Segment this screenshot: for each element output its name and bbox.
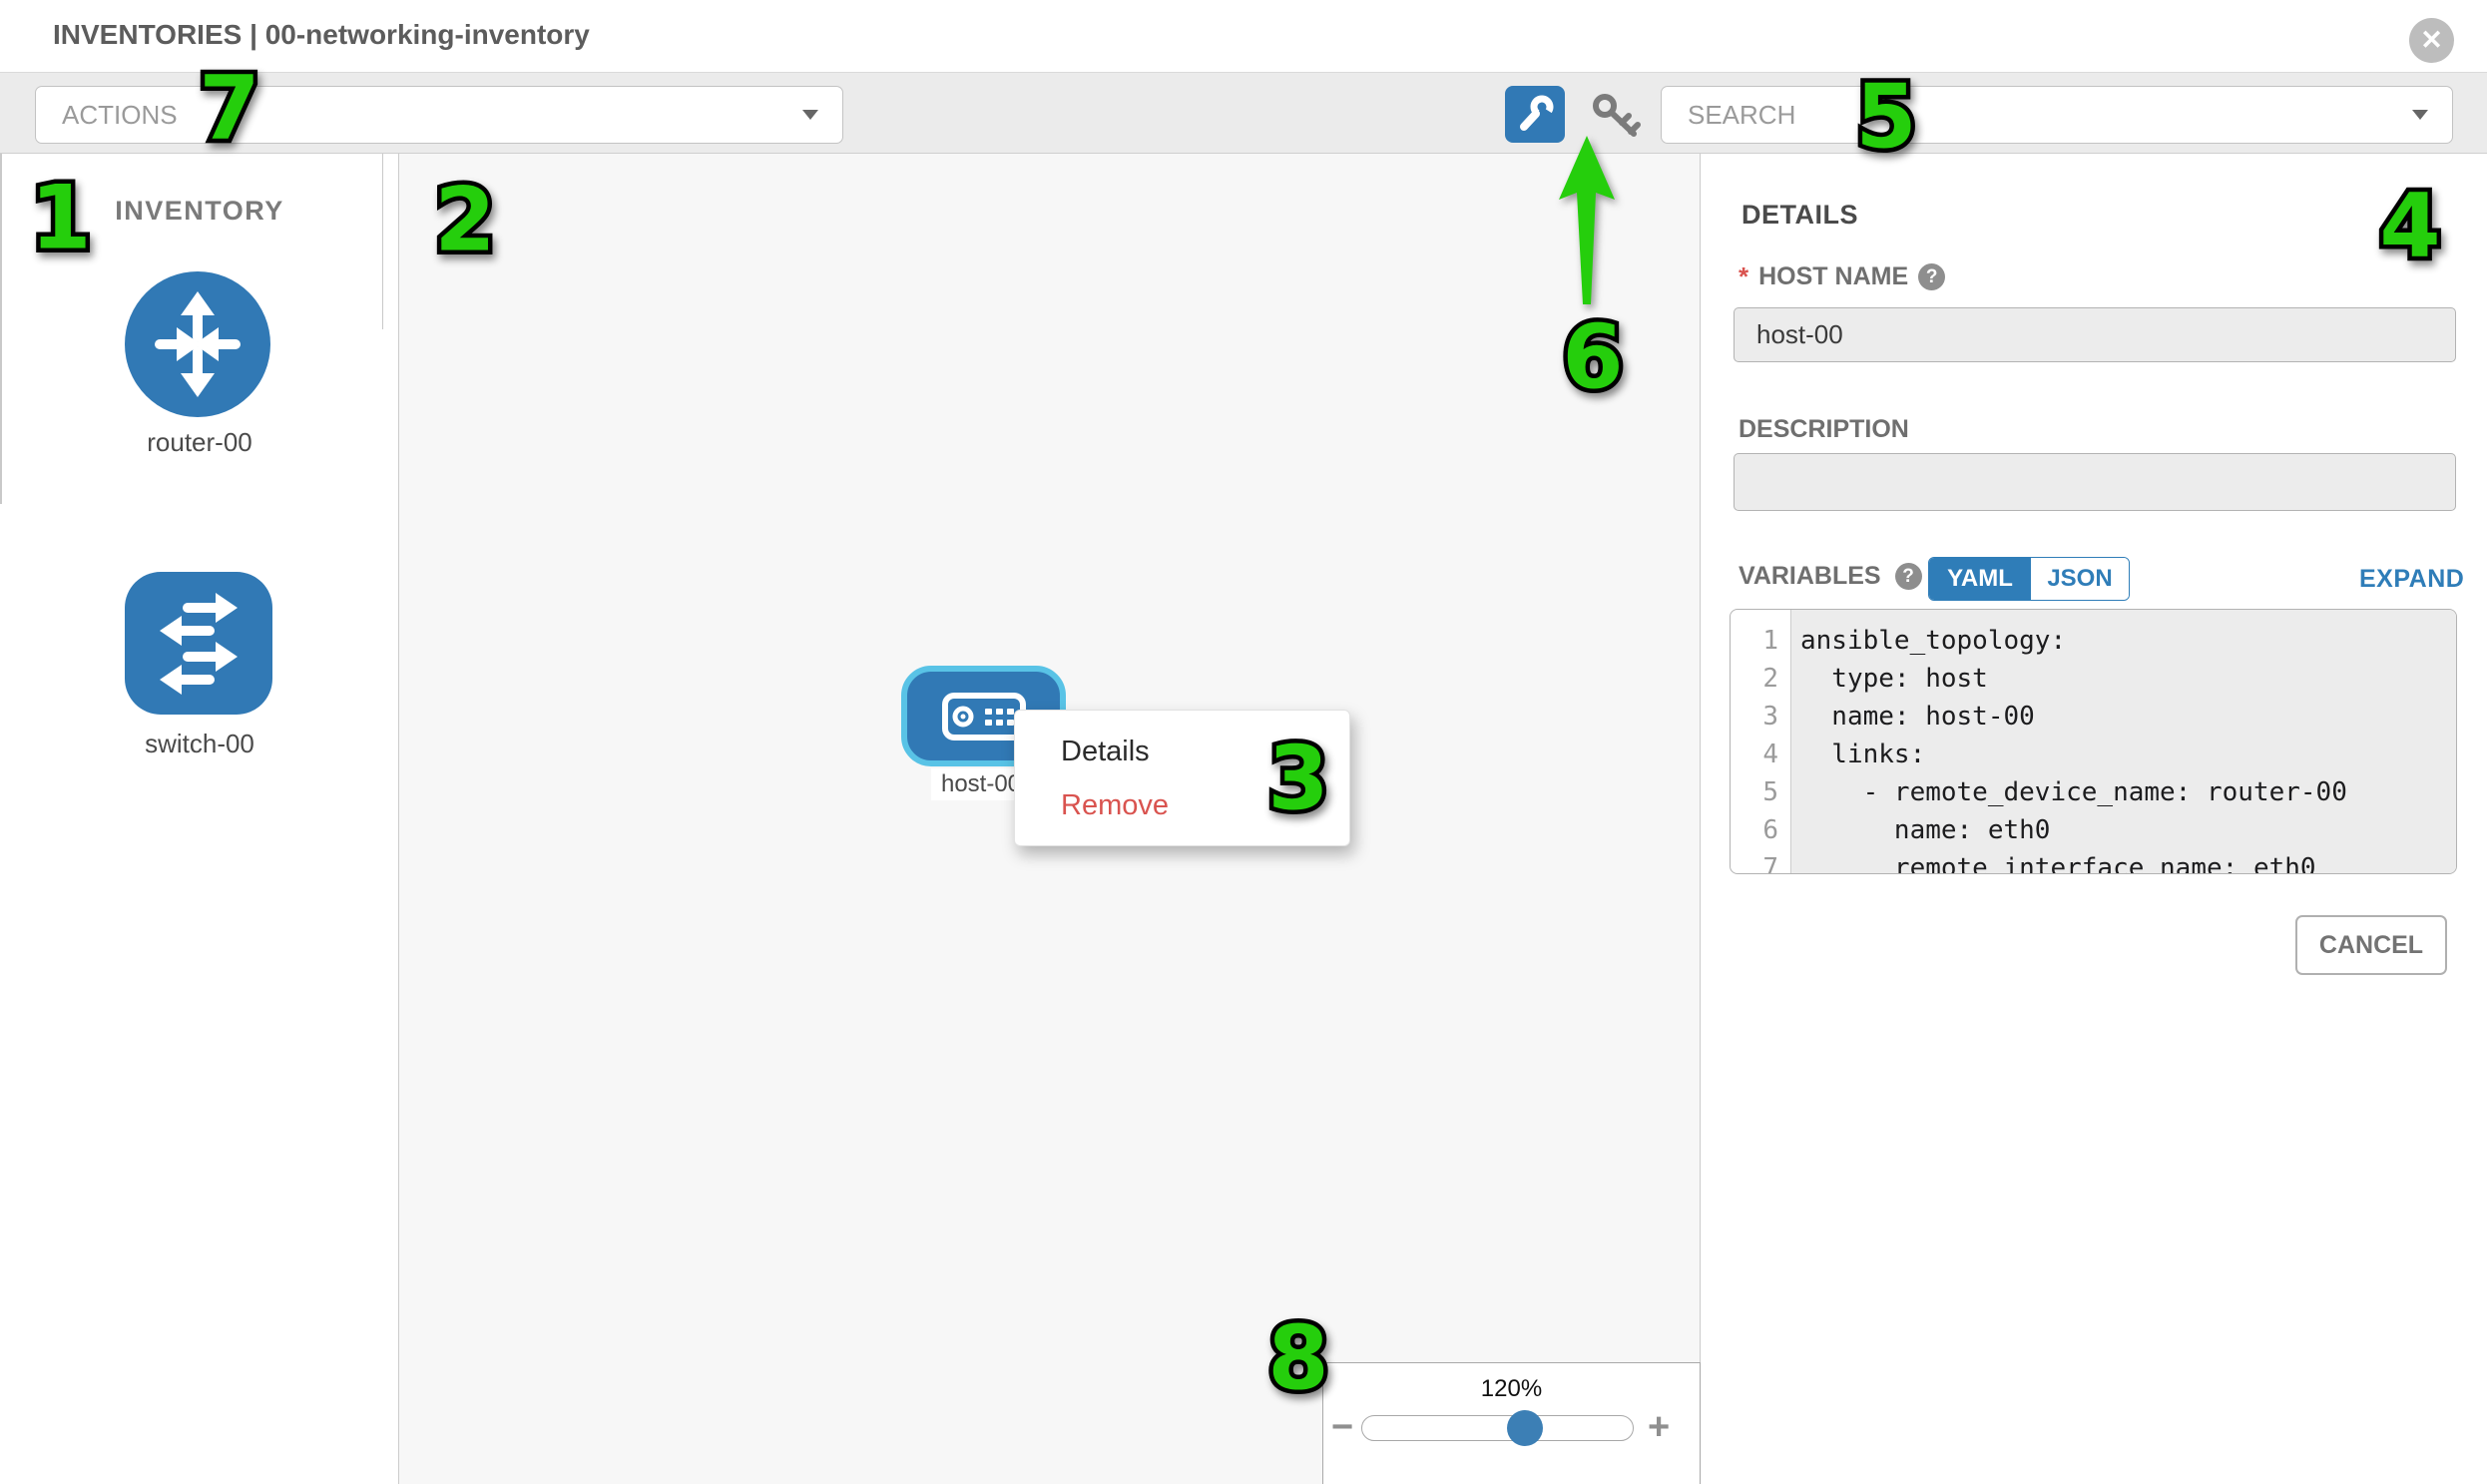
annotation-number-2: 2 (434, 169, 495, 271)
json-toggle-button[interactable]: JSON (2031, 558, 2129, 600)
editor-line: 2 type: host (1731, 660, 2456, 698)
line-number: 2 (1731, 664, 1790, 694)
line-code: links: (1790, 740, 1925, 769)
annotation-number-6: 6 (1562, 306, 1623, 409)
zoom-slider-track[interactable] (1361, 1415, 1634, 1441)
cancel-button-label: CANCEL (2319, 931, 2423, 960)
canvas-edge-line (382, 154, 383, 329)
host-name-label: HOST NAME (1758, 262, 1908, 291)
close-icon: ✕ (2420, 25, 2443, 56)
variables-label-row: VARIABLES ? (1739, 562, 1922, 591)
search-dropdown-label: SEARCH (1688, 100, 1795, 131)
annotation-number-7: 7 (199, 57, 259, 160)
zoom-out-button[interactable]: − (1331, 1403, 1353, 1451)
line-number: 4 (1731, 740, 1790, 769)
description-input[interactable] (1734, 453, 2456, 511)
chevron-down-icon (2412, 110, 2428, 120)
variables-label: VARIABLES (1739, 562, 1881, 591)
zoom-control: 120% − + (1322, 1362, 1701, 1484)
search-dropdown[interactable]: SEARCH (1661, 86, 2453, 144)
annotation-arrow-icon (1547, 130, 1627, 319)
annotation-number-3: 3 (1267, 728, 1328, 830)
editor-line: 4 links: (1731, 736, 2456, 773)
host-name-input[interactable] (1734, 307, 2456, 362)
editor-line: 3 name: host-00 (1731, 698, 2456, 736)
line-number: 6 (1731, 815, 1790, 845)
sidebar-item-switch[interactable] (124, 571, 273, 716)
line-code: ansible_topology: (1790, 626, 2066, 656)
actions-dropdown-label: ACTIONS (62, 100, 178, 131)
zoom-in-button[interactable]: + (1648, 1403, 1670, 1451)
sidebar-item-switch-label: switch-00 (0, 729, 399, 759)
line-code: - remote_device_name: router-00 (1790, 777, 2347, 807)
line-number: 1 (1731, 626, 1790, 656)
host-name-label-row: * HOST NAME ? (1739, 261, 1945, 292)
help-icon[interactable]: ? (1895, 563, 1922, 590)
page-title: INVENTORIES | 00-networking-inventory (53, 0, 590, 70)
line-number: 5 (1731, 777, 1790, 807)
editor-line: 7 remote_interface_name: eth0 (1731, 849, 2456, 874)
line-number: 3 (1731, 702, 1790, 732)
router-icon (123, 269, 272, 419)
cancel-button[interactable]: CANCEL (2295, 915, 2447, 975)
editor-line: 5 - remote_device_name: router-00 (1731, 773, 2456, 811)
editor-line: 6 name: eth0 (1731, 811, 2456, 849)
editor-line: 1ansible_topology: (1731, 622, 2456, 660)
line-code: name: host-00 (1790, 702, 2035, 732)
actions-dropdown[interactable]: ACTIONS (35, 86, 843, 144)
help-icon[interactable]: ? (1918, 263, 1945, 290)
editor-rows: 1ansible_topology: 2 type: host 3 name: … (1731, 622, 2456, 874)
minus-icon: − (1331, 1406, 1353, 1448)
sidebar-item-router-label: router-00 (0, 427, 399, 458)
zoom-slider-thumb[interactable] (1507, 1410, 1543, 1446)
details-panel-title: DETAILS (1741, 200, 1858, 231)
line-number: 7 (1731, 853, 1790, 874)
annotation-number-4: 4 (2379, 175, 2440, 277)
close-button[interactable]: ✕ (2409, 18, 2454, 63)
yaml-toggle-button[interactable]: YAML (1929, 558, 2031, 600)
line-code: remote_interface_name: eth0 (1790, 853, 2316, 874)
sidebar-item-router[interactable] (123, 269, 272, 419)
line-code: name: eth0 (1790, 815, 2050, 845)
annotation-number-8: 8 (1267, 1307, 1328, 1410)
description-label: DESCRIPTION (1739, 415, 1909, 444)
variables-code-editor[interactable]: 1ansible_topology: 2 type: host 3 name: … (1730, 609, 2457, 874)
inventory-topology-screen: INVENTORIES | 00-networking-inventory ✕ … (0, 0, 2487, 1484)
annotation-number-5: 5 (1855, 66, 1916, 169)
zoom-level-value: 120% (1323, 1375, 1700, 1403)
line-code: type: host (1790, 664, 1988, 694)
switch-icon (124, 571, 273, 716)
chevron-down-icon (802, 110, 818, 120)
plus-icon: + (1648, 1406, 1670, 1448)
annotation-number-1: 1 (30, 167, 91, 269)
variables-format-toggle: YAML JSON (1928, 557, 2130, 601)
required-marker: * (1739, 261, 1748, 292)
expand-link[interactable]: EXPAND (2359, 565, 2464, 594)
